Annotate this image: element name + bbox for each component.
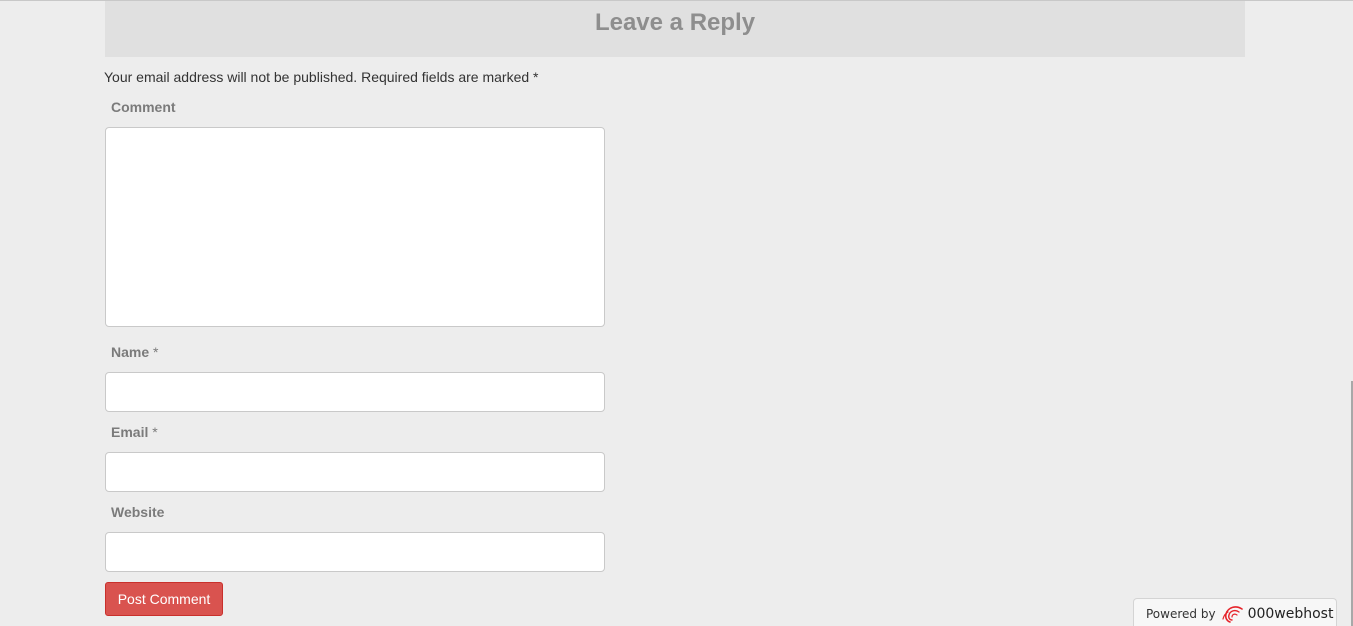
website-input[interactable]	[105, 532, 605, 572]
reply-title: Leave a Reply	[594, 9, 756, 36]
name-required-mark: *	[153, 344, 159, 360]
comment-notes: Your email address will not be published…	[104, 69, 539, 85]
page: Leave a Reply Your email address will no…	[0, 0, 1353, 626]
host-name: 000webhost	[1247, 605, 1334, 622]
comment-label: Comment	[111, 99, 176, 115]
website-label: Website	[111, 504, 164, 520]
swirl-logo-icon	[1221, 605, 1244, 623]
email-label: Email *	[111, 424, 158, 440]
email-input[interactable]	[105, 452, 605, 492]
reply-header: Leave a Reply	[105, 1, 1245, 57]
powered-by-text: Powered by	[1146, 606, 1216, 621]
name-label-text: Name	[111, 344, 150, 360]
name-input[interactable]	[105, 372, 605, 412]
email-label-text: Email	[111, 424, 149, 440]
post-comment-button[interactable]: Post Comment	[105, 582, 223, 616]
name-label: Name *	[111, 344, 158, 360]
website-label-text: Website	[111, 504, 165, 520]
comment-textarea[interactable]	[105, 127, 605, 327]
powered-by-badge[interactable]: Powered by 000webhost	[1133, 598, 1337, 626]
comment-label-text: Comment	[111, 99, 176, 115]
email-required-mark: *	[152, 424, 158, 440]
